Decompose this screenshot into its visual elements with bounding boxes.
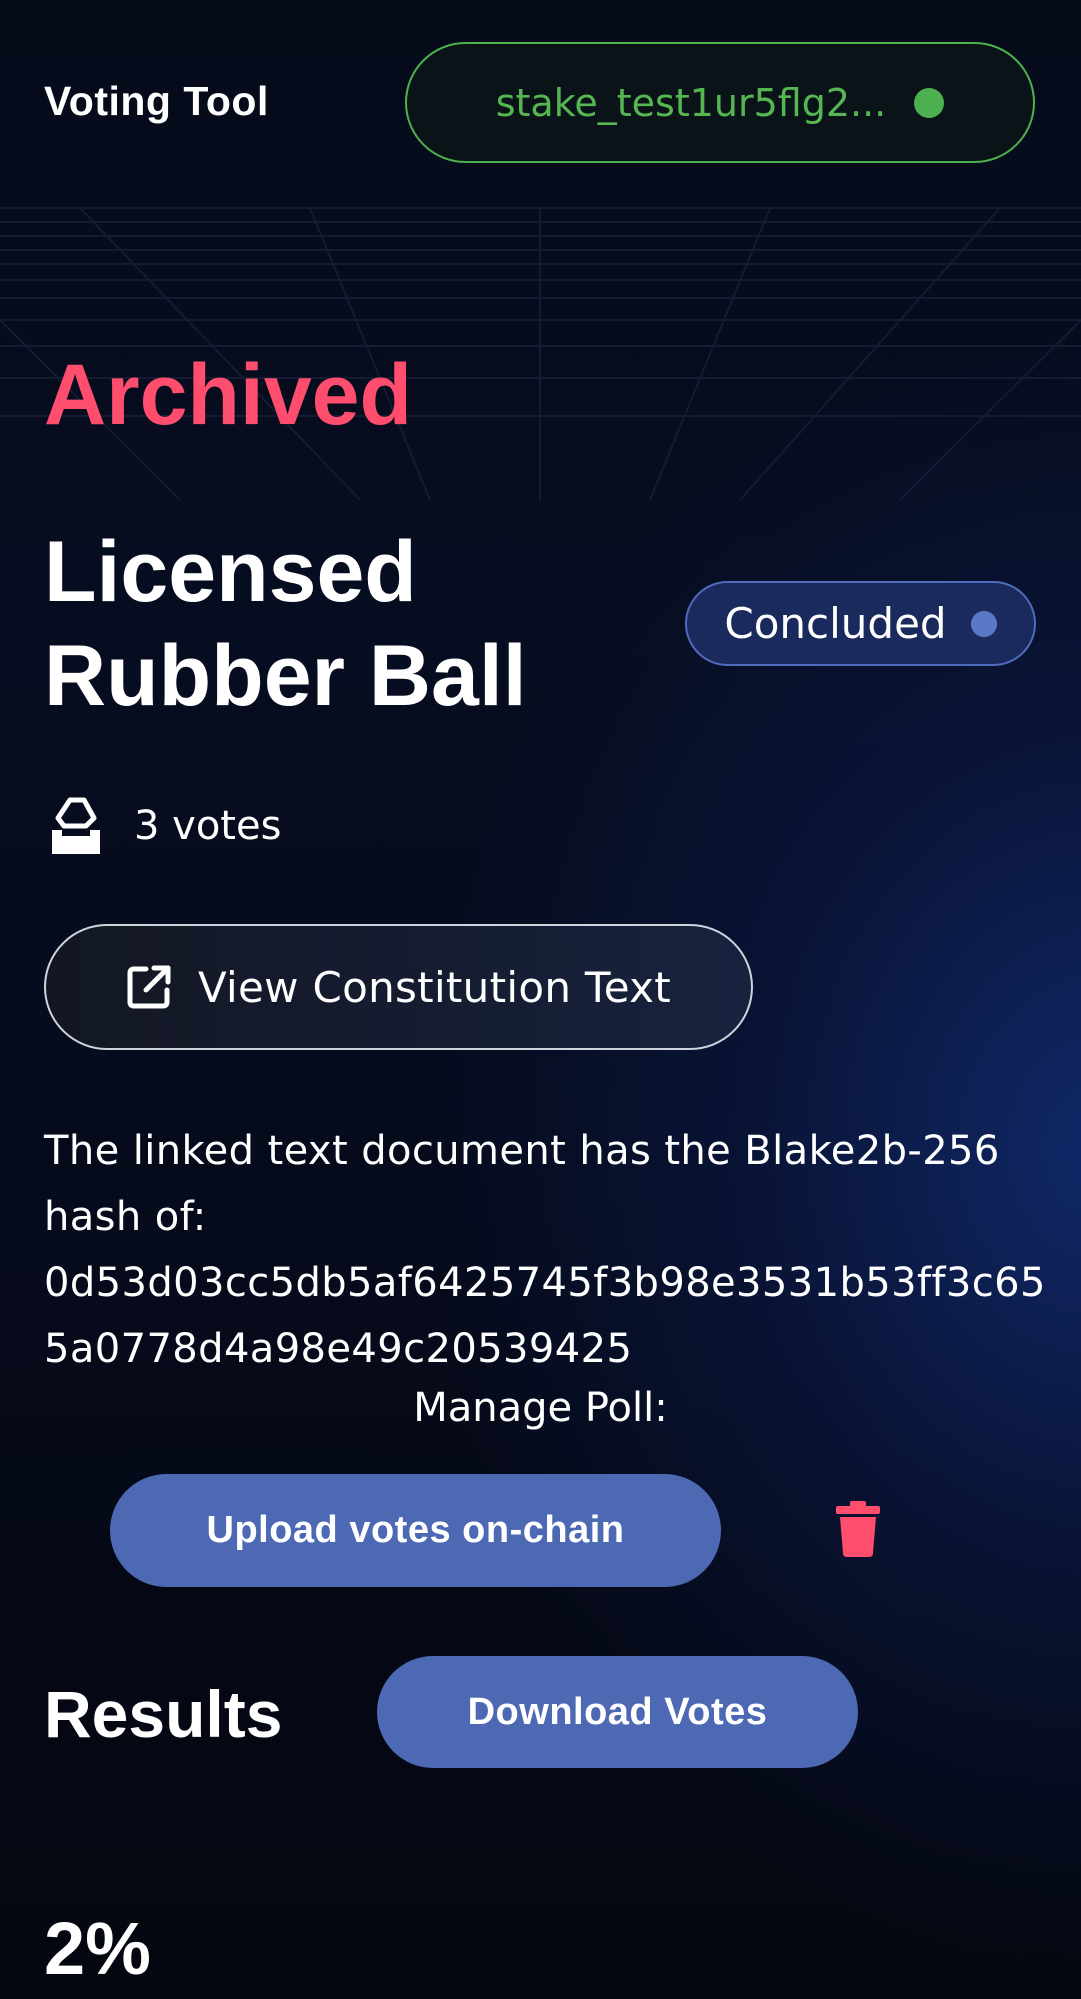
wallet-address: stake_test1ur5flg2... (495, 80, 887, 125)
trash-icon (836, 1501, 880, 1557)
result-percentage: 2% (44, 1907, 151, 1990)
view-constitution-label: View Constitution Text (197, 962, 672, 1012)
hash-intro: The linked text document has the Blake2b… (44, 1128, 1000, 1240)
upload-votes-button[interactable]: Upload votes on-chain (110, 1474, 721, 1587)
poll-title: Licensed Rubber Ball (44, 524, 527, 724)
poll-archived-label: Archived (44, 347, 413, 443)
view-constitution-button[interactable]: View Constitution Text (44, 924, 753, 1050)
status-badge-label: Concluded (724, 599, 947, 648)
manage-poll-label: Manage Poll: (413, 1385, 668, 1431)
hash-description: The linked text document has the Blake2b… (44, 1118, 1054, 1382)
hash-value: 0d53d03cc5db5af6425745f3b98e3531b53ff3c6… (44, 1260, 1046, 1372)
results-heading: Results (44, 1677, 283, 1751)
app-title: Voting Tool (44, 78, 269, 124)
ballot-box-icon (52, 797, 100, 854)
connected-dot-icon (914, 87, 945, 118)
status-dot-icon (970, 610, 997, 637)
delete-poll-button[interactable] (834, 1501, 882, 1557)
download-votes-button[interactable]: Download Votes (377, 1656, 858, 1768)
wallet-connect-button[interactable]: stake_test1ur5flg2... (405, 42, 1035, 163)
vote-count: 3 votes (48, 796, 281, 856)
page: Voting Tool stake_test1ur5flg2... Archiv… (0, 0, 1081, 1999)
status-badge: Concluded (685, 581, 1036, 666)
external-link-icon (127, 965, 171, 1009)
vote-count-label: 3 votes (134, 803, 282, 849)
